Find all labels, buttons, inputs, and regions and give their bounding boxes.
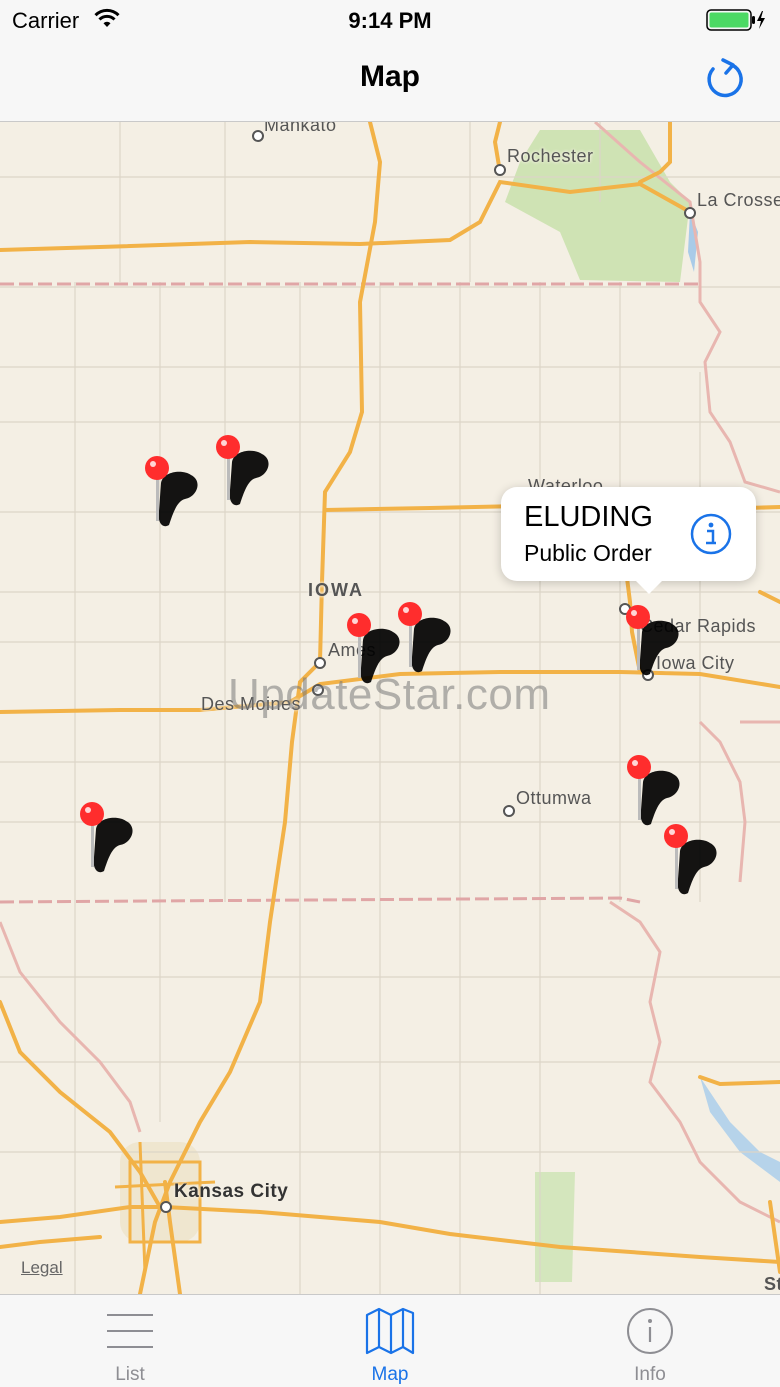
pin-callout[interactable]: ELUDING Public Order bbox=[501, 487, 756, 594]
map-pin[interactable] bbox=[662, 823, 726, 903]
state-label-iowa: IOWA bbox=[308, 580, 364, 600]
page-title: Map bbox=[360, 60, 420, 93]
list-icon bbox=[95, 1307, 165, 1355]
tab-label: List bbox=[115, 1364, 145, 1385]
city-label-ottumwa: Ottumwa bbox=[516, 788, 592, 808]
tab-info[interactable]: Info bbox=[520, 1295, 780, 1387]
city-label-edge: St bbox=[764, 1274, 780, 1294]
info-icon[interactable] bbox=[690, 513, 732, 555]
info-icon bbox=[615, 1307, 685, 1355]
city-label-mankato: Mankato bbox=[264, 122, 337, 135]
map-pin-selected[interactable] bbox=[624, 604, 688, 684]
tab-label: Map bbox=[371, 1364, 409, 1385]
clock: 9:14 PM bbox=[348, 8, 432, 33]
tab-bar: List Map Info bbox=[0, 1294, 780, 1387]
tab-map[interactable]: Map bbox=[260, 1295, 520, 1387]
map-pin[interactable] bbox=[396, 601, 460, 681]
navigation-bar: Map bbox=[0, 40, 780, 122]
city-label-rochester: Rochester bbox=[507, 146, 594, 166]
map-pin[interactable] bbox=[625, 754, 689, 834]
callout-subtitle: Public Order bbox=[524, 540, 652, 566]
city-label-kansas-city: Kansas City bbox=[174, 1181, 289, 1202]
map-icon bbox=[355, 1307, 425, 1355]
legal-link[interactable]: Legal bbox=[21, 1258, 63, 1278]
tab-label: Info bbox=[634, 1364, 666, 1385]
city-label-la-crosse: La Crosse bbox=[697, 190, 780, 210]
callout-title: ELUDING bbox=[524, 501, 653, 533]
map-pin[interactable] bbox=[214, 434, 278, 514]
status-bar: Carrier 9:14 PM bbox=[0, 0, 780, 40]
map-pin[interactable] bbox=[78, 801, 142, 881]
map-pin[interactable] bbox=[143, 455, 207, 535]
tab-list[interactable]: List bbox=[0, 1295, 260, 1387]
battery-icon bbox=[706, 9, 768, 31]
refresh-icon[interactable] bbox=[702, 56, 746, 100]
map-view[interactable]: Mankato Rochester La Crosse Waterloo IOW… bbox=[0, 122, 780, 1294]
